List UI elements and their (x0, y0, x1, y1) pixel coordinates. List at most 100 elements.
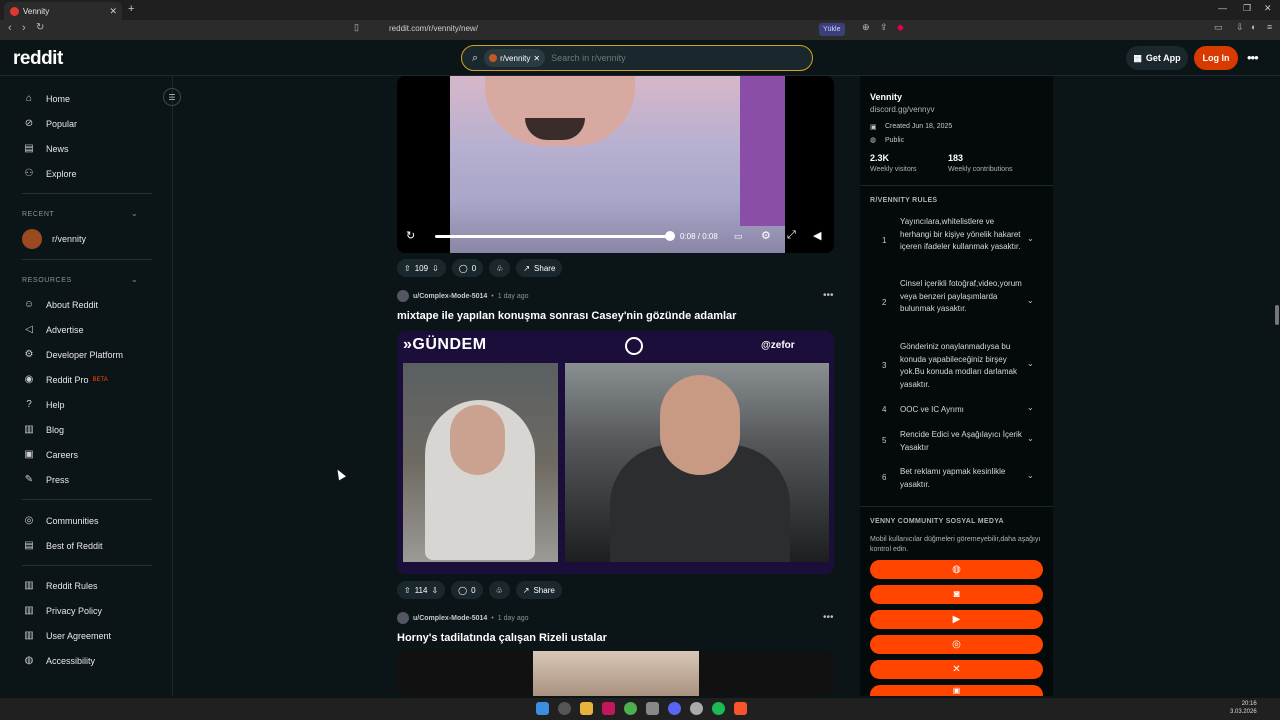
sidebar-item-explore[interactable]: ⚇ Explore (22, 168, 77, 179)
award-button[interactable]: ♧ (488, 581, 510, 599)
user-avatar[interactable] (397, 612, 409, 624)
bookmark-icon[interactable]: ▯ (354, 22, 359, 33)
scrubber-handle[interactable] (665, 231, 675, 241)
award-button[interactable]: ♧ (489, 259, 511, 277)
share-page-icon[interactable]: ⇪ (880, 22, 888, 33)
sidebar-item-about[interactable]: ☺ About Reddit (22, 299, 98, 310)
sidebar-toggle-icon[interactable]: ▭ (1214, 22, 1223, 33)
x-link-button[interactable]: ✕ (870, 660, 1043, 679)
extension-icon[interactable]: ◆ (897, 22, 904, 33)
sidebar-item-popular[interactable]: ⊘ Popular (22, 118, 77, 129)
menu-icon[interactable]: ≡ (1267, 22, 1272, 32)
system-clock[interactable]: 20:16 3.03.2026 (1230, 700, 1257, 716)
sidebar-item-best-of-reddit[interactable]: ▤ Best of Reddit (22, 540, 102, 551)
search-community-chip[interactable]: r/vennity ✕ (484, 49, 546, 67)
reload-icon[interactable]: ↻ (36, 22, 44, 33)
twitch-link-button[interactable]: ▣ (870, 685, 1043, 696)
more-options-icon[interactable]: ••• (1247, 50, 1259, 65)
sidebar-item-press[interactable]: ✎ Press (22, 474, 69, 485)
web-link-button[interactable]: ◍ (870, 560, 1043, 579)
sidebar-item-vennity[interactable]: r/vennity (22, 229, 86, 249)
post-options-icon[interactable]: ••• (823, 290, 834, 301)
back-icon[interactable]: ‹ (8, 22, 12, 34)
settings-icon[interactable]: ⚙ (761, 229, 771, 242)
chevron-down-icon[interactable]: ⌄ (1027, 403, 1034, 412)
start-icon[interactable] (536, 702, 549, 715)
post-author[interactable]: u/Complex-Mode-5014 (413, 615, 487, 622)
recent-header[interactable]: RECENT (22, 211, 54, 218)
restore-icon[interactable]: ❐ (1243, 3, 1251, 14)
chevron-down-icon[interactable]: ⌄ (1027, 234, 1034, 243)
user-avatar[interactable] (397, 290, 409, 302)
video-scrubber[interactable] (435, 235, 670, 238)
instagram-link-button[interactable]: ◎ (870, 635, 1043, 654)
comments-button[interactable]: ◯ 0 (451, 259, 484, 277)
vote-control[interactable]: ⇧ 109 ⇩ (397, 259, 446, 277)
share-button[interactable]: ↗ Share (516, 259, 563, 277)
forward-icon[interactable]: › (22, 22, 26, 34)
post-title[interactable]: mixtape ile yapılan konuşma sonrası Case… (397, 310, 736, 322)
chevron-down-icon[interactable]: ⌄ (1027, 359, 1034, 368)
scrollbar-thumb[interactable] (1275, 305, 1279, 325)
spotify-icon[interactable] (712, 702, 725, 715)
brave-icon[interactable] (734, 702, 747, 715)
sidebar-item-accessibility[interactable]: ◍ Accessibility (22, 655, 95, 666)
rule-item[interactable]: Yayıncılara,whitelistlere ve herhangi bi… (900, 216, 1025, 254)
app-icon[interactable] (646, 702, 659, 715)
captions-icon[interactable]: ▭ (734, 231, 743, 242)
replay-icon[interactable]: ↻ (406, 229, 415, 242)
sidebar-item-reddit-pro[interactable]: ◉ Reddit Pro BETA (22, 374, 108, 385)
resources-header[interactable]: RESOURCES (22, 277, 72, 284)
share-button[interactable]: ↗ Share (515, 581, 562, 599)
collapse-sidebar-icon[interactable]: ☰ (163, 88, 181, 106)
get-app-button[interactable]: ▦ Get App (1126, 46, 1188, 70)
rule-item[interactable]: Bet reklamı yapmak kesinlikle yasaktır. (900, 466, 1025, 491)
sidebar-item-user-agreement[interactable]: ▥ User Agreement (22, 630, 111, 641)
remove-chip-icon[interactable]: ✕ (533, 54, 540, 63)
file-explorer-icon[interactable] (580, 702, 593, 715)
reddit-logo[interactable]: reddit (13, 48, 63, 70)
rule-item[interactable]: Rencide Edici ve Aşağılayıcı İçerik Yasa… (900, 429, 1025, 454)
downvote-icon[interactable]: ⇩ (431, 586, 438, 595)
browser-tab[interactable]: Vennity ✕ (4, 2, 122, 20)
post-author[interactable]: u/Complex-Mode-5014 (413, 293, 487, 300)
sidebar-item-blog[interactable]: ▥ Blog (22, 424, 64, 435)
sidebar-item-advertise[interactable]: ◁ Advertise (22, 324, 83, 335)
new-tab-button[interactable]: + (128, 3, 134, 15)
minimize-icon[interactable]: — (1218, 3, 1227, 13)
volume-icon[interactable]: ◀ (813, 229, 821, 242)
app-icon[interactable] (602, 702, 615, 715)
post-title[interactable]: Horny's tadilatında çalışan Rizeli ustal… (397, 632, 607, 644)
page-scrollbar[interactable] (1274, 76, 1280, 696)
sidebar-item-privacy[interactable]: ▥ Privacy Policy (22, 605, 102, 616)
discord-taskbar-icon[interactable] (668, 702, 681, 715)
sidebar-item-developer[interactable]: ⚙ Developer Platform (22, 349, 124, 360)
sidebar-item-communities[interactable]: ◎ Communities (22, 515, 99, 526)
upvote-icon[interactable]: ⇧ (404, 264, 411, 273)
vote-control[interactable]: ⇧ 114 ⇩ (397, 581, 446, 599)
rule-item[interactable]: OOC ve IC Ayrımı (900, 404, 1025, 417)
downvote-icon[interactable]: ⇩ (432, 264, 439, 273)
app-icon[interactable] (690, 702, 703, 715)
fullscreen-icon[interactable]: ⤢ (787, 229, 796, 242)
sidebar-item-reddit-rules[interactable]: ▥ Reddit Rules (22, 580, 97, 591)
youtube-link-button[interactable]: ▶ (870, 610, 1043, 629)
community-link[interactable]: discord.gg/vennyv (870, 105, 934, 114)
sidebar-item-help[interactable]: ? Help (22, 399, 64, 410)
close-tab-icon[interactable]: ✕ (109, 6, 117, 17)
chevron-down-icon[interactable]: ⌄ (1027, 434, 1034, 443)
sidebar-item-news[interactable]: ▤ News (22, 143, 68, 154)
search-input[interactable] (551, 53, 792, 63)
sidebar-item-home[interactable]: ⌂ Home (22, 93, 70, 104)
login-button[interactable]: Log In (1194, 46, 1238, 70)
rule-item[interactable]: Cinsel içerikli fotoğraf,video,yorum vey… (900, 278, 1025, 316)
post-options-icon[interactable]: ••• (823, 612, 834, 623)
discord-link-button[interactable]: ◙ (870, 585, 1043, 604)
chevron-down-icon[interactable]: ⌄ (131, 209, 138, 218)
install-app-button[interactable]: Yükle (819, 23, 845, 36)
comments-button[interactable]: ◯ 0 (451, 581, 483, 599)
zoom-icon[interactable]: ⊕ (862, 22, 870, 33)
sidebar-item-careers[interactable]: ▣ Careers (22, 449, 78, 460)
chrome-icon[interactable] (624, 702, 637, 715)
url-field[interactable]: reddit.com/r/vennity/new/ (389, 24, 478, 33)
